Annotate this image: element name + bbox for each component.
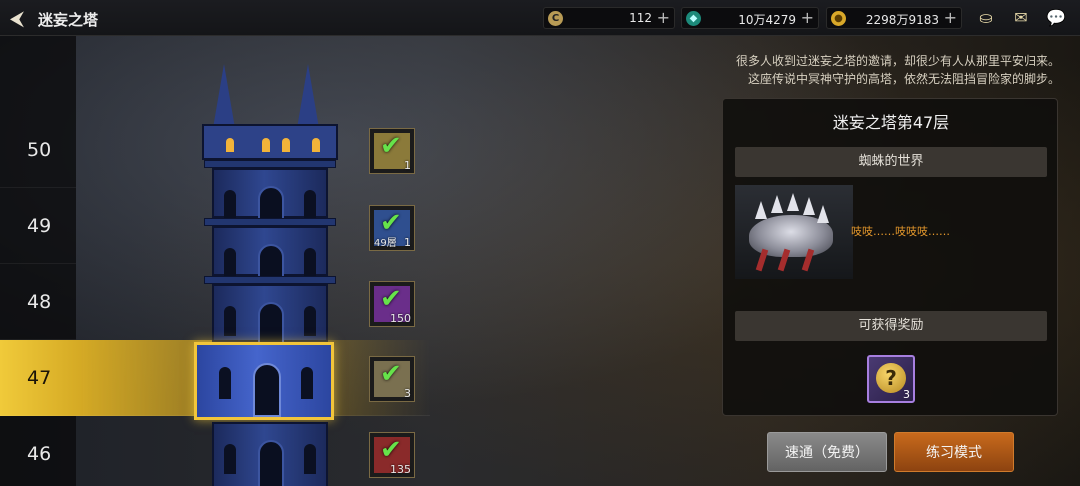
add-gem-button[interactable]: + <box>801 8 814 28</box>
monster-portrait <box>735 185 853 279</box>
floor-47-reward[interactable]: ✔ 3 <box>369 356 415 402</box>
floor-50-reward[interactable]: ✔ 1 <box>369 128 415 174</box>
mystery-box-reward[interactable]: ? 3 <box>867 355 915 403</box>
resource-value: 10万4279 <box>738 13 796 27</box>
checkmark-icon: ✔ <box>380 435 402 465</box>
mail-icon[interactable]: ✉ <box>1010 8 1032 28</box>
gold-coin-icon: ● <box>831 11 846 26</box>
checkmark-icon: ✔ <box>380 131 402 161</box>
floor-item-50[interactable]: 50 <box>0 112 76 188</box>
resource-coin-c: C 112 + <box>543 7 675 29</box>
back-arrow-icon[interactable]: ⮜ <box>6 7 28 29</box>
tower-floor-48[interactable] <box>212 284 328 344</box>
floor-49-reward[interactable]: ✔ 49層 1 <box>369 205 415 251</box>
tower-floor-47-selected[interactable] <box>194 342 334 420</box>
quick-clear-button[interactable]: 速通（免费） <box>767 432 887 472</box>
resource-value: 112 <box>629 11 652 25</box>
tower-roof <box>202 124 338 160</box>
reward-count: 135 <box>390 463 411 476</box>
description-line: 这座传说中冥神守护的高塔，依然无法阻挡冒险家的脚步。 <box>747 72 1060 86</box>
mystery-box-icon: ? <box>876 363 906 393</box>
description-line: 很多人收到过迷妄之塔的邀请，却很少有人从那里平安归来。 <box>735 54 1060 68</box>
add-gold-button[interactable]: + <box>944 8 957 28</box>
floor-item-49[interactable]: 49 <box>0 188 76 264</box>
floor-title: 迷妄之塔第47层 <box>832 113 950 132</box>
stage-name-bar: 蜘蛛的世界 <box>735 147 1047 177</box>
chat-icon[interactable]: 💬 <box>1045 8 1067 28</box>
green-gem-icon: ◆ <box>686 11 701 26</box>
checkmark-icon: ✔ <box>380 284 402 314</box>
tower-floor-50[interactable] <box>212 168 328 220</box>
tower-floor-46[interactable] <box>212 422 328 486</box>
tower-floor-49[interactable] <box>212 226 328 278</box>
floor-48-reward[interactable]: ✔ 150 <box>369 281 415 327</box>
page-title: 迷妄之塔 <box>38 11 99 29</box>
floor-item-46[interactable]: 46 <box>0 416 76 486</box>
floor-item-48[interactable]: 48 <box>0 264 76 340</box>
reward-extra-label: 49層 <box>374 238 397 249</box>
resource-value: 2298万9183 <box>865 13 939 27</box>
reward-count: 3 <box>903 388 910 401</box>
add-coin-button[interactable]: + <box>657 8 670 28</box>
reward-header-bar: 可获得奖励 <box>735 311 1047 341</box>
floor-info-panel: 迷妄之塔第47层 蜘蛛的世界 吱吱……吱吱吱…… 可获得奖励 ? 3 <box>722 98 1058 416</box>
practice-mode-button[interactable]: 练习模式 <box>894 432 1014 472</box>
reward-count: 3 <box>404 387 411 400</box>
monster-speech: 吱吱……吱吱吱…… <box>851 225 950 238</box>
resource-gold: ● 2298万9183 + <box>826 7 962 29</box>
checkmark-icon: ✔ <box>380 359 402 389</box>
reward-count: 1 <box>404 236 411 249</box>
top-bar: ⮜ 迷妄之塔 C 112 + ◆ 10万4279 + ● 2298万9183 +… <box>0 0 1080 36</box>
treasure-pot-icon[interactable]: ⛀ <box>975 8 997 28</box>
reward-count: 1 <box>404 159 411 172</box>
floor-46-reward[interactable]: ✔ 135 <box>369 432 415 478</box>
reward-count: 150 <box>390 312 411 325</box>
tower-description: 很多人收到过迷妄之塔的邀请，却很少有人从那里平安归来。 这座传说中冥神守护的高塔… <box>700 52 1060 88</box>
coin-c-icon: C <box>548 11 563 26</box>
resource-green-gem: ◆ 10万4279 + <box>681 7 819 29</box>
